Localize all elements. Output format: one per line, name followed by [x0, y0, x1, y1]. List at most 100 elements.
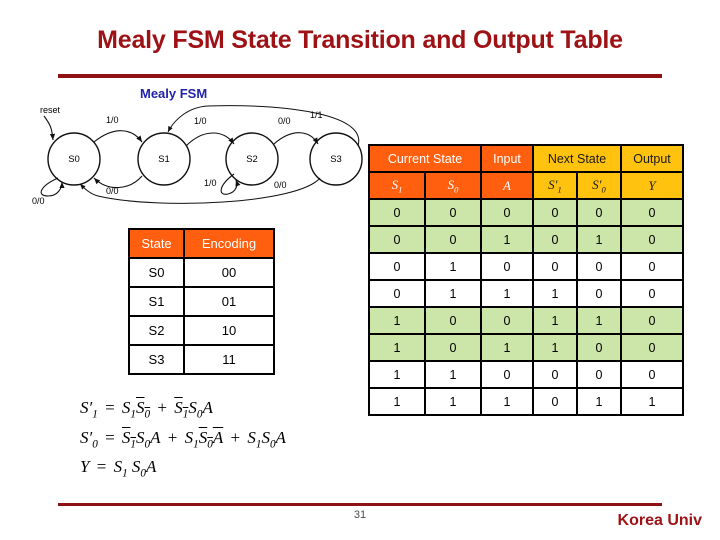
- fsm-self-loop-s2: [220, 173, 241, 195]
- cell-next-s1: 0: [532, 225, 578, 254]
- encoding-cell-encoding: 00: [183, 257, 275, 288]
- fsm-state-label-s1: S1: [158, 154, 170, 165]
- equation-output-y: Y = S1 S0A: [80, 457, 157, 480]
- title-divider: [58, 74, 662, 78]
- cell-next-s0: 0: [576, 198, 622, 227]
- cell-s1: 1: [368, 360, 426, 389]
- fsm-diagram-caption: Mealy FSM: [140, 86, 208, 101]
- cell-next-s1: 1: [532, 279, 578, 308]
- cell-s1: 1: [368, 387, 426, 416]
- encoding-cell-encoding: 01: [183, 286, 275, 317]
- encoding-header-encoding: Encoding: [183, 228, 275, 259]
- cell-y: 0: [620, 225, 684, 254]
- cell-s0: 0: [424, 333, 482, 362]
- encoding-cell-state: S1: [128, 286, 185, 317]
- encoding-cell-encoding: 10: [183, 315, 275, 346]
- equation-next-s0: S′0 = S1S0A + S1S0A + S1S0A: [80, 428, 286, 451]
- fsm-transition-label-s2-s3: 0/0: [278, 116, 291, 126]
- fsm-transition-label-s3-s0: 0/0: [274, 180, 287, 190]
- table-row: S0 00: [128, 257, 275, 288]
- cell-next-s1: 0: [532, 387, 578, 416]
- group-header-output: Output: [620, 144, 684, 173]
- sub-header-next-s0: S′0: [576, 171, 622, 200]
- group-header-input: Input: [480, 144, 534, 173]
- fsm-transition-label-s3-s1: 1/1: [310, 110, 323, 120]
- encoding-header-state: State: [128, 228, 185, 259]
- sub-header-s1: S1: [368, 171, 426, 200]
- table-row: S3 11: [128, 344, 275, 375]
- fsm-reset-arrow: [43, 115, 56, 141]
- table-row: 0 1 1 1 0 0: [368, 279, 684, 308]
- cell-next-s0: 1: [576, 387, 622, 416]
- cell-next-s1: 0: [532, 360, 578, 389]
- encoding-cell-state: S2: [128, 315, 185, 346]
- cell-y: 0: [620, 252, 684, 281]
- fsm-transition-label-s1-s2: 1/0: [194, 116, 207, 126]
- cell-s0: 1: [424, 252, 482, 281]
- table-row: 1 1 0 0 0 0: [368, 360, 684, 389]
- fsm-state-label-s3: S3: [330, 154, 342, 165]
- table-row: 1 0 0 1 1 0: [368, 306, 684, 335]
- cell-s1: 0: [368, 198, 426, 227]
- cell-next-s0: 0: [576, 252, 622, 281]
- cell-a: 0: [480, 306, 534, 335]
- cell-s0: 0: [424, 198, 482, 227]
- cell-y: 0: [620, 198, 684, 227]
- fsm-transition-label-s0-s1: 1/0: [106, 115, 119, 125]
- cell-s1: 1: [368, 333, 426, 362]
- cell-a: 1: [480, 279, 534, 308]
- cell-s1: 0: [368, 225, 426, 254]
- transition-table-sub-header-row: S1 S0 A S′1 S′0 Y: [368, 171, 684, 200]
- cell-next-s0: 1: [576, 225, 622, 254]
- cell-a: 0: [480, 252, 534, 281]
- sub-header-y: Y: [620, 171, 684, 200]
- encoding-table-header-row: State Encoding: [128, 228, 275, 259]
- brand-label: Korea Univ: [617, 512, 702, 529]
- table-row: S2 10: [128, 315, 275, 346]
- group-header-next-state: Next State: [532, 144, 622, 173]
- cell-next-s1: 0: [532, 252, 578, 281]
- table-row: 0 0 1 0 1 0: [368, 225, 684, 254]
- cell-a: 1: [480, 333, 534, 362]
- fsm-state-label-s0: S0: [68, 154, 80, 165]
- encoding-cell-state: S0: [128, 257, 185, 288]
- fsm-transition-s0-s1: [93, 130, 143, 143]
- sub-header-a: A: [480, 171, 534, 200]
- boolean-equations: S′1 = S1S0 + S1S0A S′0 = S1S0A + S1S0A +…: [80, 392, 286, 482]
- cell-next-s0: 0: [576, 360, 622, 389]
- fsm-transition-label-s2-self: 1/0: [204, 178, 217, 188]
- footer-divider: [58, 503, 662, 506]
- fsm-reset-label: reset: [40, 105, 61, 115]
- cell-s0: 0: [424, 225, 482, 254]
- transition-table-group-header-row: Current State Input Next State Output: [368, 144, 684, 173]
- cell-next-s1: 1: [532, 306, 578, 335]
- fsm-state-label-s2: S2: [246, 154, 258, 165]
- cell-a: 0: [480, 360, 534, 389]
- table-row: 0 1 0 0 0 0: [368, 252, 684, 281]
- table-row: 1 1 1 0 1 1: [368, 387, 684, 416]
- cell-next-s0: 0: [576, 333, 622, 362]
- state-transition-output-table: Current State Input Next State Output S1…: [368, 144, 684, 416]
- cell-s1: 1: [368, 306, 426, 335]
- fsm-transition-label-s0-self: 0/0: [32, 196, 45, 204]
- cell-y: 0: [620, 360, 684, 389]
- fsm-transition-s1-s2: [185, 132, 235, 147]
- fsm-state-diagram-svg: S0 S1 S2 S3 reset 0/0 1/0 0/0 1/0 1/0 0/…: [32, 105, 363, 204]
- fsm-transition-s2-s3: [273, 132, 319, 145]
- cell-next-s0: 0: [576, 279, 622, 308]
- table-row: 1 0 1 1 0 0: [368, 333, 684, 362]
- fsm-diagram: Mealy FSM S0 S1 S2 S3 reset 0/0 1/0 0/0 …: [28, 86, 368, 204]
- state-encoding-table: State Encoding S0 00 S1 01 S2 10 S3 11: [128, 228, 275, 375]
- cell-next-s1: 1: [532, 333, 578, 362]
- encoding-cell-state: S3: [128, 344, 185, 375]
- cell-s1: 0: [368, 279, 426, 308]
- fsm-transition-label-s1-s0: 0/0: [106, 186, 119, 196]
- cell-s0: 0: [424, 306, 482, 335]
- cell-a: 0: [480, 198, 534, 227]
- cell-y: 1: [620, 387, 684, 416]
- cell-y: 0: [620, 306, 684, 335]
- page-title: Mealy FSM State Transition and Output Ta…: [97, 26, 623, 54]
- cell-s0: 1: [424, 387, 482, 416]
- cell-a: 1: [480, 225, 534, 254]
- page-number: 31: [353, 509, 367, 521]
